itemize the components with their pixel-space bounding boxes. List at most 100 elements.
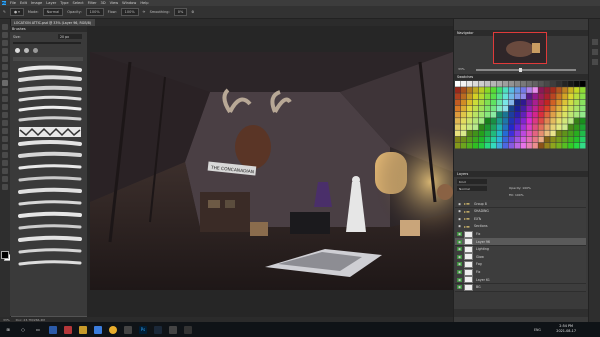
brush-preset-picker[interactable]: ● ▾	[9, 8, 24, 16]
color-swatch[interactable]	[508, 87, 515, 93]
color-swatch[interactable]	[484, 142, 491, 149]
marquee-tool-icon[interactable]	[2, 32, 8, 38]
move-tool-icon[interactable]	[2, 24, 8, 30]
color-swatch[interactable]	[490, 124, 497, 130]
visibility-eye-icon[interactable]: ◉	[457, 239, 462, 244]
color-swatch[interactable]	[455, 111, 461, 118]
eraser-tool-icon[interactable]	[2, 104, 8, 110]
color-swatch[interactable]	[574, 93, 580, 100]
color-swatch[interactable]	[478, 93, 485, 100]
color-swatch[interactable]	[532, 111, 538, 118]
properties-icon[interactable]	[592, 39, 598, 45]
color-swatch[interactable]	[514, 124, 520, 130]
color-swatch[interactable]	[478, 118, 485, 124]
color-swatch[interactable]	[574, 136, 580, 143]
path-select-tool-icon[interactable]	[2, 152, 8, 158]
color-swatch[interactable]	[550, 111, 556, 118]
color-swatch[interactable]	[550, 130, 556, 137]
color-swatch[interactable]	[455, 124, 461, 130]
color-swatch[interactable]	[490, 105, 497, 112]
search-icon[interactable]: ○	[19, 326, 27, 334]
color-swatch[interactable]	[496, 136, 503, 143]
color-swatch[interactable]	[544, 105, 550, 112]
opacity-field[interactable]: 100%	[85, 8, 104, 16]
color-swatch[interactable]	[484, 99, 491, 106]
color-swatch[interactable]	[526, 136, 532, 143]
taskbar-clock[interactable]: 2:54 PM 2021-08-17	[556, 324, 576, 333]
layers-blend-mode[interactable]: Normal	[457, 186, 487, 191]
status-zoom[interactable]: 33%	[3, 318, 10, 322]
color-swatch[interactable]	[568, 81, 574, 87]
color-swatch[interactable]	[580, 99, 586, 106]
color-swatch[interactable]	[538, 130, 544, 137]
history-brush-tool-icon[interactable]	[2, 96, 8, 102]
color-swatch[interactable]	[455, 105, 461, 112]
brush-stroke-previews[interactable]	[14, 64, 86, 272]
color-swatch[interactable]	[496, 130, 503, 137]
app-icon[interactable]	[124, 325, 132, 334]
color-swatch[interactable]	[466, 111, 473, 118]
color-swatch[interactable]	[455, 142, 461, 149]
color-swatch[interactable]	[502, 81, 509, 87]
color-swatch[interactable]	[526, 130, 532, 137]
color-swatch[interactable]	[478, 142, 485, 149]
color-swatch[interactable]	[490, 87, 497, 93]
color-swatch[interactable]	[538, 124, 544, 130]
color-swatch[interactable]	[472, 87, 479, 93]
color-swatch[interactable]	[556, 87, 562, 93]
visibility-eye-icon[interactable]: ◉	[457, 262, 462, 267]
color-swatch[interactable]	[580, 111, 586, 118]
color-swatch[interactable]	[526, 99, 532, 106]
color-swatch[interactable]	[574, 81, 580, 87]
color-swatch[interactable]	[520, 130, 526, 137]
color-swatch[interactable]	[484, 87, 491, 93]
color-swatch[interactable]	[532, 99, 538, 106]
brush-tool-icon[interactable]: ✎	[3, 10, 6, 14]
menu-layer[interactable]: Layer	[46, 1, 56, 5]
color-swatch[interactable]	[455, 130, 461, 137]
color-swatch[interactable]	[532, 124, 538, 130]
dodge-tool-icon[interactable]	[2, 128, 8, 134]
color-swatch[interactable]	[508, 136, 515, 143]
color-swatch[interactable]	[472, 93, 479, 100]
color-swatch[interactable]	[472, 124, 479, 130]
layer-name[interactable]: BG	[476, 285, 481, 289]
color-swatch[interactable]	[526, 81, 532, 87]
color-swatch[interactable]	[520, 99, 526, 106]
quick-select-tool-icon[interactable]	[2, 48, 8, 54]
color-swatch[interactable]	[580, 118, 586, 124]
color-swatch[interactable]	[466, 93, 473, 100]
color-swatch[interactable]	[502, 118, 509, 124]
color-swatch[interactable]	[538, 87, 544, 93]
app-icon[interactable]	[64, 325, 72, 334]
color-swatch[interactable]	[574, 111, 580, 118]
color-swatch[interactable]	[532, 93, 538, 100]
color-swatch[interactable]	[556, 81, 562, 87]
color-swatch[interactable]	[502, 130, 509, 137]
layers-opacity[interactable]: Opacity: 100%	[509, 186, 531, 190]
blur-tool-icon[interactable]	[2, 120, 8, 126]
color-swatch[interactable]	[508, 130, 515, 137]
color-swatch[interactable]	[526, 111, 532, 118]
color-swatch[interactable]	[538, 81, 544, 87]
color-swatch[interactable]	[472, 130, 479, 137]
color-swatch[interactable]	[484, 111, 491, 118]
color-swatch[interactable]	[580, 142, 586, 149]
color-swatch[interactable]	[514, 87, 520, 93]
color-swatch[interactable]	[496, 124, 503, 130]
layer-name[interactable]: Sections	[474, 224, 488, 228]
color-swatch[interactable]	[466, 81, 473, 87]
color-swatch[interactable]	[520, 142, 526, 149]
color-swatch[interactable]	[472, 142, 479, 149]
hand-tool-icon[interactable]	[2, 168, 8, 174]
healing-tool-icon[interactable]	[2, 72, 8, 78]
gradient-tool-icon[interactable]	[2, 112, 8, 118]
color-swatch[interactable]	[472, 136, 479, 143]
shape-tool-icon[interactable]	[2, 160, 8, 166]
color-swatch[interactable]	[472, 99, 479, 106]
windows-start-icon[interactable]: ⊞	[4, 326, 12, 334]
layers-fill[interactable]: Fill: 100%	[509, 193, 524, 197]
color-swatch[interactable]	[478, 130, 485, 137]
color-swatch[interactable]	[562, 111, 568, 118]
color-swatch[interactable]	[562, 124, 568, 130]
